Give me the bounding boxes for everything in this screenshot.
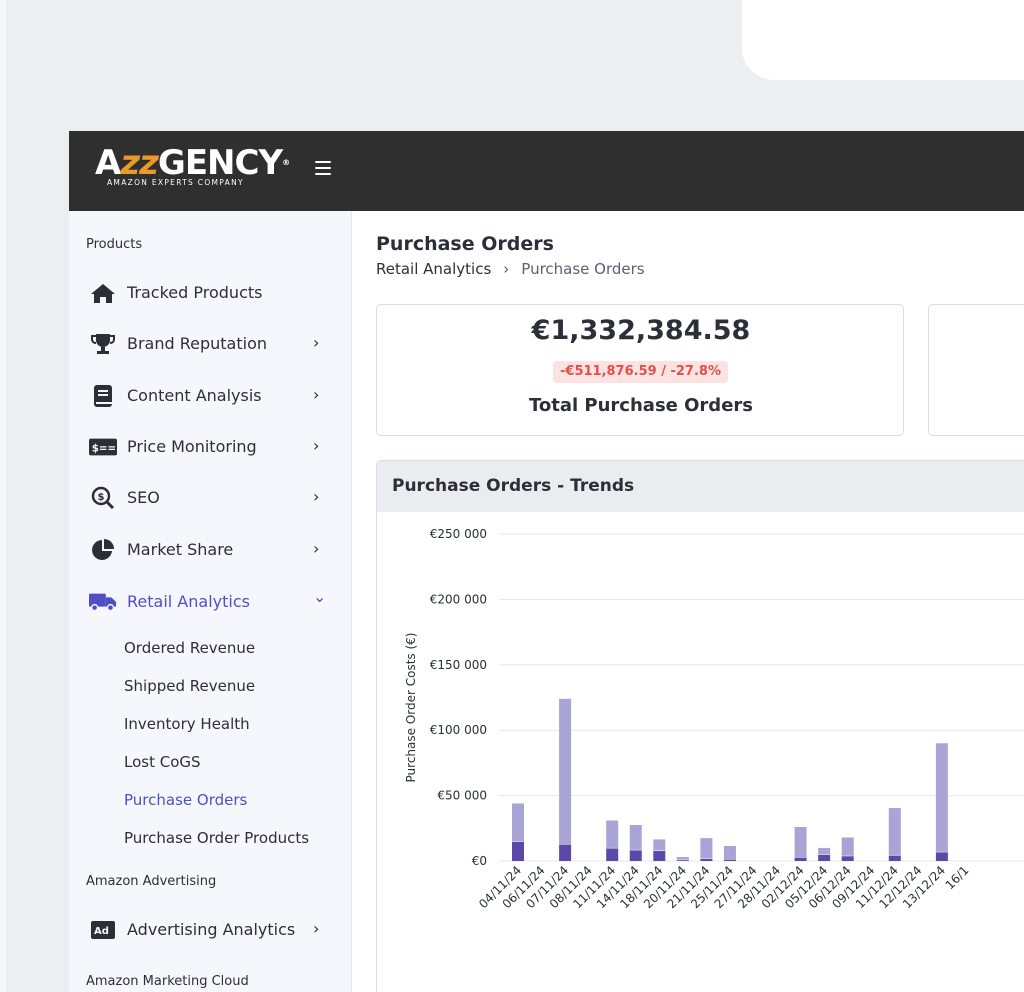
sidebar-subitem-inventory-health[interactable]: Inventory Health [124,715,250,733]
sidebar: Products Tracked Products Brand Reputati… [69,211,352,992]
backdrop-strip [0,0,6,992]
ad-badge-icon: Ad [89,918,117,942]
bar-segment[interactable] [512,803,524,842]
pie-chart-icon [89,538,117,562]
bar-segment[interactable] [629,849,642,861]
y-tick-label: €0 [472,854,487,868]
sidebar-subitem-shipped-revenue[interactable]: Shipped Revenue [124,677,255,695]
logo-wordmark: AzzGENCY® [95,143,290,183]
y-tick-label: €100 000 [430,723,487,737]
chevron-right-icon: › [313,385,320,404]
backdrop-tab [742,0,1024,80]
bar-segment[interactable] [841,855,854,861]
bar-segment[interactable] [723,845,736,860]
y-tick-label: €200 000 [430,592,487,606]
bar-segment[interactable] [700,838,713,859]
azzgency-logo[interactable]: AzzGENCY® AMAZON EXPERTS COMPANY [95,143,290,199]
hamburger-menu-icon[interactable] [315,161,331,175]
bar-segment[interactable] [559,698,572,844]
sidebar-item-tracked-products[interactable]: Tracked Products [69,273,352,313]
bar-segment[interactable] [818,854,831,861]
chart-title: Purchase Orders - Trends [392,476,635,496]
svg-text:$: $ [98,492,105,503]
section-title-amazon-advertising: Amazon Advertising [86,874,217,889]
price-tag-icon: $== [89,435,117,459]
sidebar-item-advertising-analytics[interactable]: Ad Advertising Analytics › [69,910,352,950]
kpi-card-secondary [928,304,1024,436]
sidebar-item-content-analysis[interactable]: Content Analysis › [69,376,352,416]
y-tick-label: €150 000 [430,658,487,672]
chevron-right-icon: › [313,919,320,938]
sidebar-item-seo[interactable]: $ SEO › [69,478,352,518]
breadcrumb: Retail Analytics › Purchase Orders [376,260,645,278]
y-tick-label: €250 000 [430,527,487,541]
sidebar-item-market-share[interactable]: Market Share › [69,530,352,570]
sidebar-subitem-purchase-order-products[interactable]: Purchase Order Products [124,829,309,847]
chart-header: Purchase Orders - Trends [377,461,1024,512]
home-icon [89,281,117,305]
bar-segment[interactable] [606,820,619,848]
trophy-icon [89,332,117,356]
svg-text:Ad: Ad [94,926,109,937]
breadcrumb-separator-icon: › [503,260,510,278]
book-icon [89,384,117,408]
section-title-products: Products [86,237,143,252]
y-tick-label: €50 000 [437,789,487,803]
chevron-down-icon: ⌄ [313,587,327,606]
breadcrumb-parent-link[interactable]: Retail Analytics [376,260,491,278]
chevron-right-icon: › [313,487,320,506]
sidebar-subitem-ordered-revenue[interactable]: Ordered Revenue [124,639,255,657]
logo-tagline: AMAZON EXPERTS COMPANY [107,178,244,187]
app-window: AzzGENCY® AMAZON EXPERTS COMPANY Product… [69,131,1024,992]
bar-segment[interactable] [653,839,666,851]
bar-segment[interactable] [888,855,901,861]
chevron-right-icon: › [313,539,320,558]
top-bar: AzzGENCY® AMAZON EXPERTS COMPANY [69,131,1024,211]
seo-search-icon: $ [89,486,117,510]
sidebar-subitem-lost-cogs[interactable]: Lost CoGS [124,753,201,771]
main-content: Purchase Orders Retail Analytics › Purchas… [353,211,1024,992]
sidebar-item-retail-analytics[interactable]: Retail Analytics ⌄ [69,582,352,622]
bar-segment[interactable] [841,837,854,856]
kpi-card-total-purchase-orders: €1,332,384.58 -€511,876.59 / -27.8% Tota… [376,304,904,436]
bar-segment[interactable] [818,847,831,855]
sidebar-item-price-monitoring[interactable]: $== Price Monitoring › [69,427,352,467]
trends-chart-card: Purchase Orders - Trends €0 €50 000 €100 0… [376,460,1024,992]
svg-text:$==: $== [92,443,116,455]
breadcrumb-current: Purchase Orders [521,260,645,278]
bar-segment[interactable] [512,841,524,861]
kpi-delta-badge: -€511,876.59 / -27.8% [553,361,728,383]
kpi-value: €1,332,384.58 [531,315,751,346]
x-tick-label: 16/1 [943,863,972,892]
page-title: Purchase Orders [376,233,554,255]
bar-segment[interactable] [629,825,642,850]
bar-segment[interactable] [935,743,948,852]
y-axis-label: Purchase Order Costs (€) [404,633,418,783]
bar-segment[interactable] [653,850,666,861]
bar-segment[interactable] [794,857,807,861]
trends-bar-chart: €0 €50 000 €100 000 €150 000 €200 000 €250 00… [404,527,1024,911]
chevron-right-icon: › [313,436,320,455]
truck-icon [89,590,117,614]
chevron-right-icon: › [313,333,320,352]
bar-segment[interactable] [794,826,807,858]
sidebar-subitem-purchase-orders[interactable]: Purchase Orders [124,791,247,809]
section-title-amazon-marketing-cloud: Amazon Marketing Cloud [86,974,249,989]
bar-segment[interactable] [606,847,619,861]
sidebar-item-brand-reputation[interactable]: Brand Reputation › [69,324,352,364]
kpi-label: Total Purchase Orders [528,395,753,416]
bar-segment[interactable] [888,808,901,856]
bar-segment[interactable] [559,843,572,861]
bar-segment[interactable] [935,851,948,861]
bar-segment[interactable] [676,857,689,860]
